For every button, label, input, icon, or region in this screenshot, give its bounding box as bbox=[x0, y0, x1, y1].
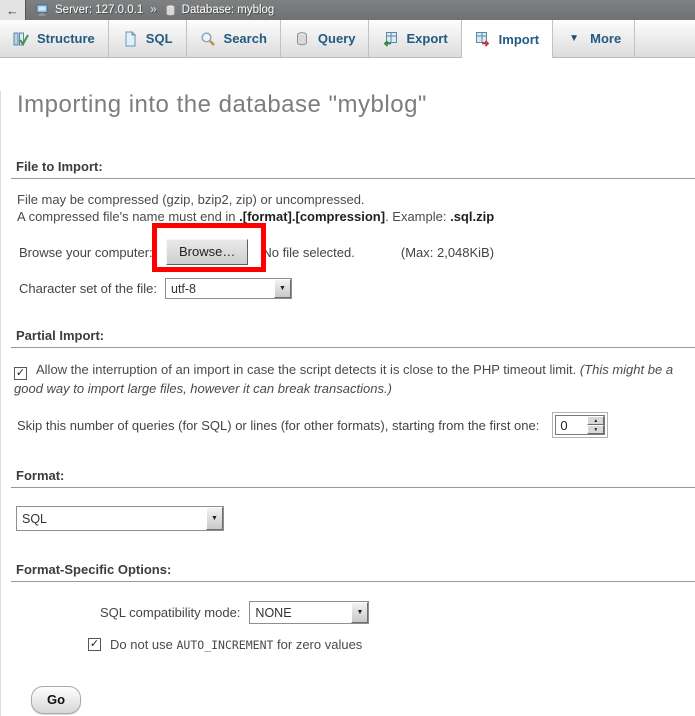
sql-compatibility-label: SQL compatibility mode: bbox=[100, 605, 240, 620]
sql-icon bbox=[122, 31, 138, 47]
max-upload-size: (Max: 2,048KiB) bbox=[401, 245, 494, 260]
skip-label: Skip this number of queries (for SQL) or… bbox=[17, 418, 539, 433]
format-selected-value: SQL bbox=[17, 507, 206, 530]
charset-row: Character set of the file: utf-8 ▼ bbox=[19, 278, 695, 299]
structure-icon bbox=[13, 31, 29, 47]
sql-compatibility-row: SQL compatibility mode: NONE ▼ bbox=[100, 601, 695, 624]
filename-note-mid: . Example: bbox=[385, 209, 450, 224]
tab-label: Structure bbox=[37, 31, 95, 46]
auto-increment-text: Do not use AUTO_INCREMENT for zero value… bbox=[110, 637, 362, 652]
allow-interrupt-text: Allow the interruption of an import in c… bbox=[36, 362, 580, 377]
skip-row: Skip this number of queries (for SQL) or… bbox=[17, 412, 695, 438]
tab-label: Export bbox=[406, 31, 447, 46]
breadcrumb-database[interactable]: Database: myblog bbox=[182, 4, 275, 16]
breadcrumb-bar: ← Server: 127.0.0.1 » Database: myblog bbox=[0, 0, 695, 20]
sql-compatibility-select[interactable]: NONE ▼ bbox=[249, 601, 369, 624]
format-select[interactable]: SQL ▼ bbox=[16, 506, 224, 531]
tab-label: More bbox=[590, 31, 621, 46]
charset-select[interactable]: utf-8 ▼ bbox=[165, 278, 292, 299]
spinner-down-button[interactable]: ▼ bbox=[587, 425, 604, 434]
compression-note: File may be compressed (gzip, bzip2, zip… bbox=[17, 192, 695, 207]
auto-increment-checkbox[interactable]: ✓ bbox=[88, 638, 101, 651]
tab-structure[interactable]: Structure bbox=[0, 20, 109, 57]
tab-search[interactable]: Search bbox=[187, 20, 281, 57]
breadcrumb-separator: » bbox=[150, 4, 156, 16]
allow-interrupt-block: ✓ Allow the interruption of an import in … bbox=[14, 361, 681, 397]
charset-label: Character set of the file: bbox=[19, 281, 165, 296]
section-format-options-heading: Format-Specific Options: bbox=[11, 562, 695, 582]
spinner-buttons: ▲ ▼ bbox=[587, 416, 604, 434]
skip-spinner: ▲ ▼ bbox=[552, 412, 608, 438]
auto-increment-suffix: for zero values bbox=[273, 637, 362, 652]
browse-button[interactable]: Browse… bbox=[166, 239, 248, 265]
no-file-selected-text: No file selected. bbox=[262, 245, 355, 260]
browse-row: Browse your computer: Browse… No file se… bbox=[19, 237, 695, 267]
go-button[interactable]: Go bbox=[31, 686, 81, 714]
filename-example: .sql.zip bbox=[450, 209, 494, 224]
query-icon bbox=[294, 31, 310, 47]
section-format-heading: Format: bbox=[11, 468, 695, 488]
export-icon bbox=[382, 31, 398, 47]
checkmark-icon: ✓ bbox=[16, 368, 25, 379]
main-content: Importing into the database "myblog" Fil… bbox=[0, 91, 695, 716]
back-arrow-icon: ← bbox=[6, 3, 19, 18]
back-arrow-button[interactable]: ← bbox=[0, 0, 26, 20]
tab-more[interactable]: ▼ More bbox=[553, 20, 635, 57]
filename-note: A compressed file's name must end in .[f… bbox=[17, 209, 695, 224]
charset-selected-value: utf-8 bbox=[166, 279, 274, 298]
page-title: Importing into the database "myblog" bbox=[17, 91, 695, 119]
tab-sql[interactable]: SQL bbox=[109, 20, 187, 57]
auto-increment-row: ✓ Do not use AUTO_INCREMENT for zero valu… bbox=[88, 637, 695, 652]
tab-query[interactable]: Query bbox=[281, 20, 370, 57]
select-arrow-icon[interactable]: ▼ bbox=[206, 507, 223, 530]
tab-bar: Structure SQL Search Query Export Import… bbox=[0, 20, 695, 58]
tab-import[interactable]: Import bbox=[462, 20, 553, 58]
tab-export[interactable]: Export bbox=[369, 20, 461, 57]
tab-label: Import bbox=[499, 32, 539, 47]
import-icon bbox=[475, 31, 491, 47]
tab-label: Search bbox=[224, 31, 267, 46]
filename-note-prefix: A compressed file's name must end in bbox=[17, 209, 239, 224]
filename-pattern: .[format].[compression] bbox=[239, 209, 385, 224]
breadcrumb: Server: 127.0.0.1 » Database: myblog bbox=[35, 3, 274, 18]
caret-down-icon: ▼ bbox=[566, 33, 582, 44]
section-partial-import-heading: Partial Import: bbox=[11, 328, 695, 348]
select-arrow-icon[interactable]: ▼ bbox=[351, 602, 368, 623]
database-icon bbox=[164, 4, 177, 17]
spinner-up-button[interactable]: ▲ bbox=[587, 416, 604, 425]
skip-count-input[interactable] bbox=[556, 416, 587, 434]
breadcrumb-server[interactable]: Server: 127.0.0.1 bbox=[55, 4, 143, 16]
auto-increment-code: AUTO_INCREMENT bbox=[177, 638, 274, 652]
browse-label: Browse your computer: bbox=[19, 245, 159, 260]
phpmyadmin-import-page: ← Server: 127.0.0.1 » Database: myblog S… bbox=[0, 0, 695, 716]
server-icon bbox=[35, 3, 50, 18]
checkmark-icon: ✓ bbox=[90, 639, 99, 650]
tab-label: SQL bbox=[146, 31, 173, 46]
allow-interrupt-checkbox[interactable]: ✓ bbox=[14, 367, 27, 380]
tab-label: Query bbox=[318, 31, 356, 46]
auto-increment-prefix: Do not use bbox=[110, 637, 177, 652]
select-arrow-icon[interactable]: ▼ bbox=[274, 279, 291, 298]
search-icon bbox=[200, 31, 216, 47]
sql-compatibility-selected-value: NONE bbox=[250, 602, 351, 623]
section-file-to-import-heading: File to Import: bbox=[11, 159, 695, 179]
